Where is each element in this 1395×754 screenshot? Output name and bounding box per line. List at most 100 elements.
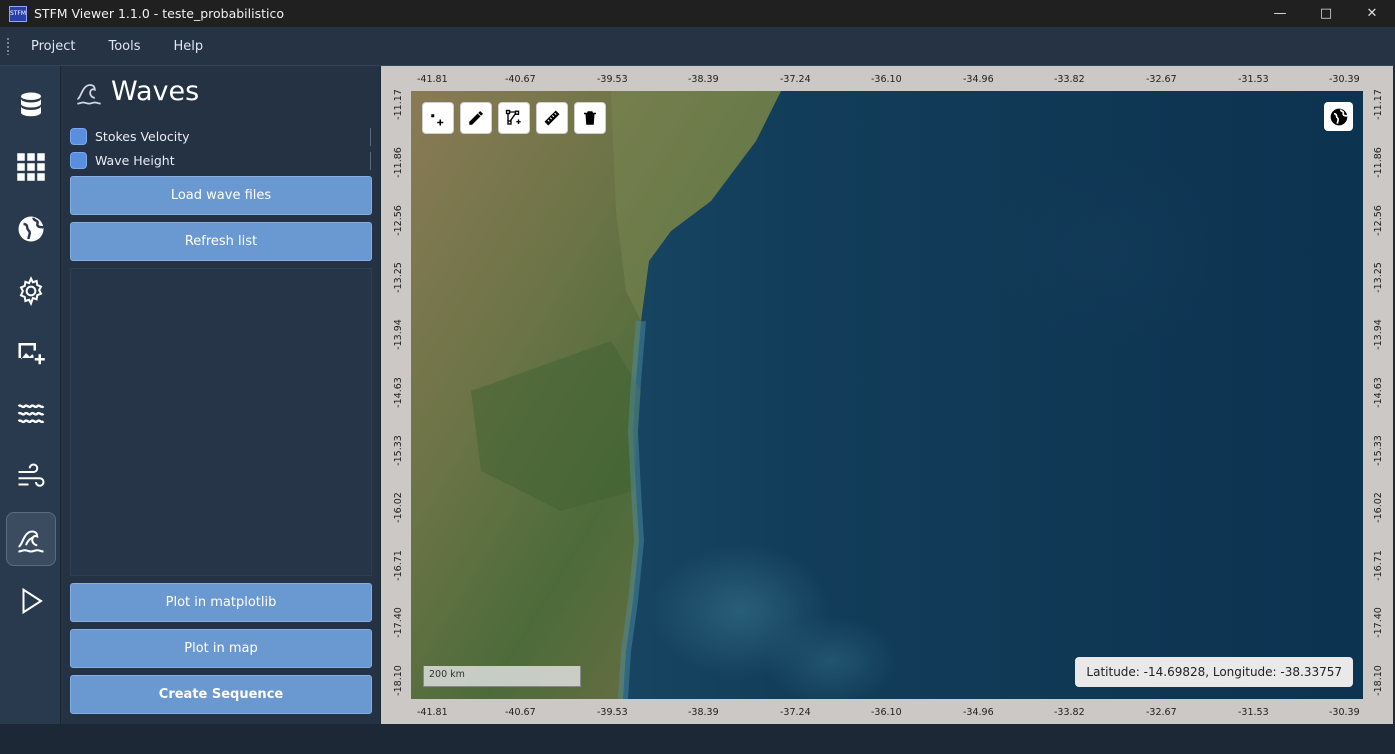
sidebar <box>0 66 61 724</box>
lon-tick: -34.96 <box>963 74 994 85</box>
lat-tick: -17.40 <box>1372 607 1384 638</box>
lon-tick: -39.53 <box>597 74 628 85</box>
menu-help[interactable]: Help <box>174 39 204 54</box>
sidebar-item-wind[interactable] <box>6 450 56 504</box>
window-title: STFM Viewer 1.1.0 - teste_probabilistico <box>34 6 284 21</box>
grid-icon <box>17 153 45 181</box>
globe-icon <box>1330 108 1348 125</box>
lon-tick: -30.39 <box>1329 707 1360 718</box>
basemap-button[interactable] <box>1324 102 1353 131</box>
lon-tick: -34.96 <box>963 707 994 718</box>
add-point-icon <box>431 114 444 126</box>
sidebar-item-database[interactable] <box>6 78 56 132</box>
lat-tick: -13.94 <box>392 319 404 350</box>
divider <box>370 152 371 170</box>
lon-tick: -41.81 <box>417 74 448 85</box>
sidebar-item-water[interactable] <box>6 388 56 442</box>
lon-tick: -36.10 <box>871 707 902 718</box>
refresh-list-button[interactable]: Refresh list <box>70 222 372 261</box>
sidebar-item-grid[interactable] <box>6 140 56 194</box>
polyline-icon <box>505 109 521 125</box>
sidebar-item-waves[interactable] <box>6 512 56 566</box>
app-logo-icon: STFM <box>9 5 27 22</box>
lon-tick: -32.67 <box>1146 74 1177 85</box>
waves-panel: Waves Stokes Velocity Wave Height Load w… <box>61 66 380 724</box>
load-wave-files-button[interactable]: Load wave files <box>70 176 372 215</box>
map-frame: -41.81 -40.67 -39.53 -38.39 -37.24 -36.1… <box>381 66 1393 724</box>
checkbox[interactable] <box>70 128 87 145</box>
add-point-button[interactable] <box>422 102 454 134</box>
ruler-icon <box>544 110 560 126</box>
minimize-button[interactable]: — <box>1257 0 1303 27</box>
lon-tick: -39.53 <box>597 707 628 718</box>
lat-tick: -15.33 <box>392 435 404 466</box>
lat-tick: -14.63 <box>392 377 404 408</box>
lat-tick: -18.10 <box>1372 665 1384 696</box>
sidebar-item-globe[interactable] <box>6 202 56 256</box>
lat-tick: -13.25 <box>392 262 404 293</box>
create-sequence-button[interactable]: Create Sequence <box>70 675 372 714</box>
divider <box>370 128 371 146</box>
lat-tick: -11.86 <box>392 147 404 178</box>
wind-icon <box>18 463 45 487</box>
menu-tools[interactable]: Tools <box>108 39 140 54</box>
lon-tick: -36.10 <box>871 74 902 85</box>
wave-icon <box>18 530 44 553</box>
title-bar: STFM STFM Viewer 1.1.0 - teste_probabili… <box>0 0 1395 27</box>
database-icon <box>21 92 41 117</box>
lat-tick: -12.56 <box>1372 205 1384 236</box>
draw-button[interactable] <box>460 102 492 134</box>
page-title: Waves <box>111 76 200 107</box>
gear-icon <box>19 276 43 306</box>
lat-tick: -16.71 <box>1372 550 1384 581</box>
polyline-button[interactable] <box>498 102 530 134</box>
checkbox[interactable] <box>70 152 87 169</box>
coordinate-readout: Latitude: -14.69828, Longitude: -38.3375… <box>1075 657 1353 687</box>
check-label: Stokes Velocity <box>95 129 190 144</box>
menu-bar: Project Tools Help <box>0 27 1395 66</box>
scale-bar: 200 km <box>423 666 581 687</box>
lat-tick: -13.25 <box>1372 262 1384 293</box>
maximize-button[interactable]: □ <box>1303 0 1349 27</box>
water-icon <box>17 404 45 424</box>
lon-tick: -38.39 <box>688 707 719 718</box>
lat-tick: -11.17 <box>392 89 404 120</box>
lat-tick: -11.86 <box>1372 147 1384 178</box>
lat-tick: -17.40 <box>392 607 404 638</box>
satellite-map[interactable]: 200 km Latitude: -14.69828, Longitude: -… <box>411 91 1363 699</box>
menu-project[interactable]: Project <box>31 39 75 54</box>
lat-tick: -12.56 <box>392 205 404 236</box>
add-image-icon <box>18 343 45 365</box>
lon-tick: -32.67 <box>1146 707 1177 718</box>
lat-tick: -16.71 <box>392 550 404 581</box>
lon-tick: -37.24 <box>780 707 811 718</box>
plot-matplotlib-button[interactable]: Plot in matplotlib <box>70 583 372 622</box>
measure-button[interactable] <box>536 102 568 134</box>
check-wave-height[interactable]: Wave Height <box>70 152 175 169</box>
lon-tick: -33.82 <box>1054 707 1085 718</box>
trash-icon <box>584 111 596 125</box>
sidebar-item-add-image[interactable] <box>6 326 56 380</box>
lat-tick: -18.10 <box>392 665 404 696</box>
check-stokes-velocity[interactable]: Stokes Velocity <box>70 128 190 145</box>
lat-tick: -13.94 <box>1372 319 1384 350</box>
lon-tick: -41.81 <box>417 707 448 718</box>
lat-tick: -11.17 <box>1372 89 1384 120</box>
lon-tick: -30.39 <box>1329 74 1360 85</box>
wave-files-list[interactable] <box>70 268 372 576</box>
play-icon <box>22 587 43 615</box>
lon-tick: -38.39 <box>688 74 719 85</box>
lon-tick: -40.67 <box>505 707 536 718</box>
plot-map-button[interactable]: Plot in map <box>70 629 372 668</box>
lat-tick: -16.02 <box>392 492 404 523</box>
sidebar-item-settings[interactable] <box>6 264 56 318</box>
land-area <box>411 91 781 699</box>
close-button[interactable]: ✕ <box>1349 0 1395 27</box>
lon-tick: -37.24 <box>780 74 811 85</box>
status-strip <box>0 724 1395 754</box>
sidebar-item-play[interactable] <box>6 574 56 628</box>
toolbar-grip-icon[interactable] <box>6 37 10 55</box>
delete-button[interactable] <box>574 102 606 134</box>
lon-tick: -31.53 <box>1238 707 1269 718</box>
lat-tick: -16.02 <box>1372 492 1384 523</box>
